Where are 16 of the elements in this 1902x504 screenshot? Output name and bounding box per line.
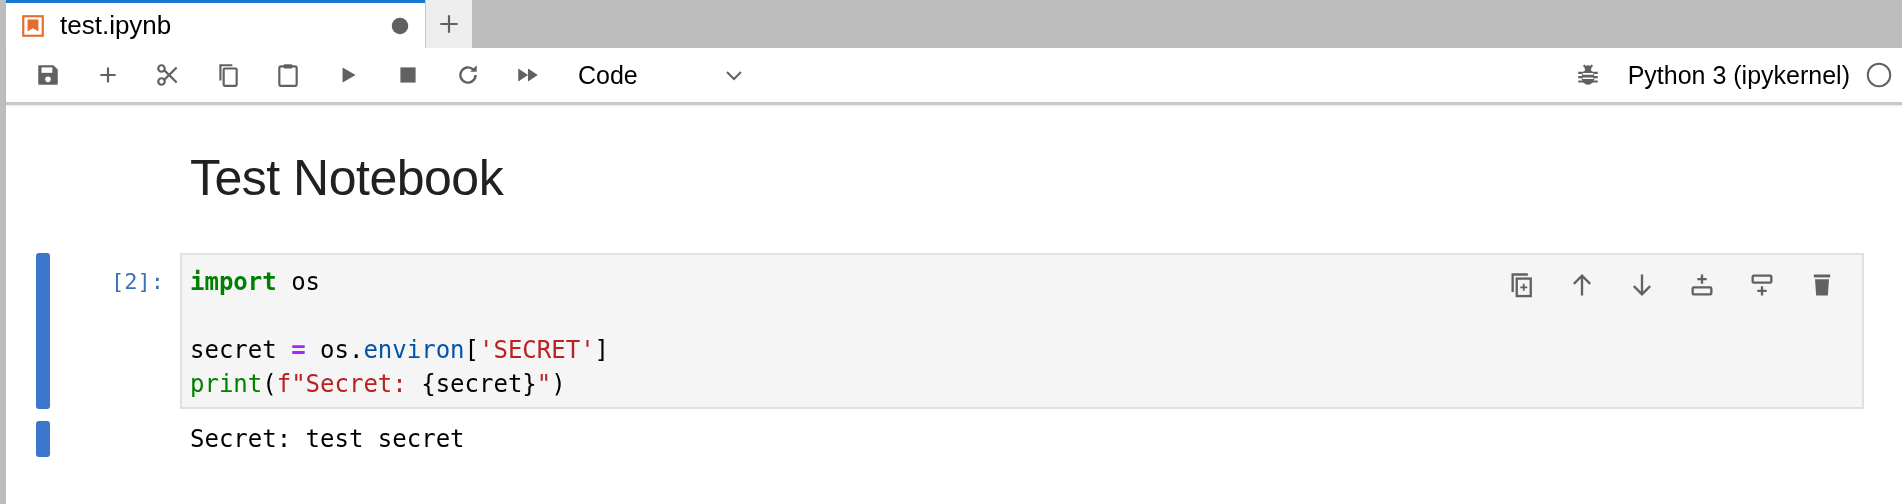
code-line: import os	[190, 267, 321, 298]
tab-label: test.ipynb	[60, 10, 173, 41]
code-line: print(f"Secret: {secret}")	[190, 369, 566, 400]
notebook-heading: Test Notebook	[189, 149, 504, 208]
cell-type-dropdown[interactable]: Code	[568, 55, 752, 95]
save-icon	[35, 62, 61, 88]
kernel-name[interactable]: Python 3 (ipykernel)	[1617, 60, 1864, 90]
cell-output: Secret: test secret	[189, 424, 465, 455]
notebook-tab[interactable]: test.ipynb	[6, 0, 425, 48]
code-editor[interactable]: import os secret = os.environ['SECRET'] print(f"Secret: {secret}")	[180, 253, 1864, 409]
new-tab-button[interactable]	[425, 0, 472, 48]
cell-selection-bar[interactable]	[36, 253, 50, 409]
notebook-icon	[20, 12, 46, 39]
execution-count: [2]:	[110, 268, 165, 296]
code-line: secret = os.environ['SECRET']	[190, 335, 610, 366]
paste-icon	[275, 62, 301, 88]
